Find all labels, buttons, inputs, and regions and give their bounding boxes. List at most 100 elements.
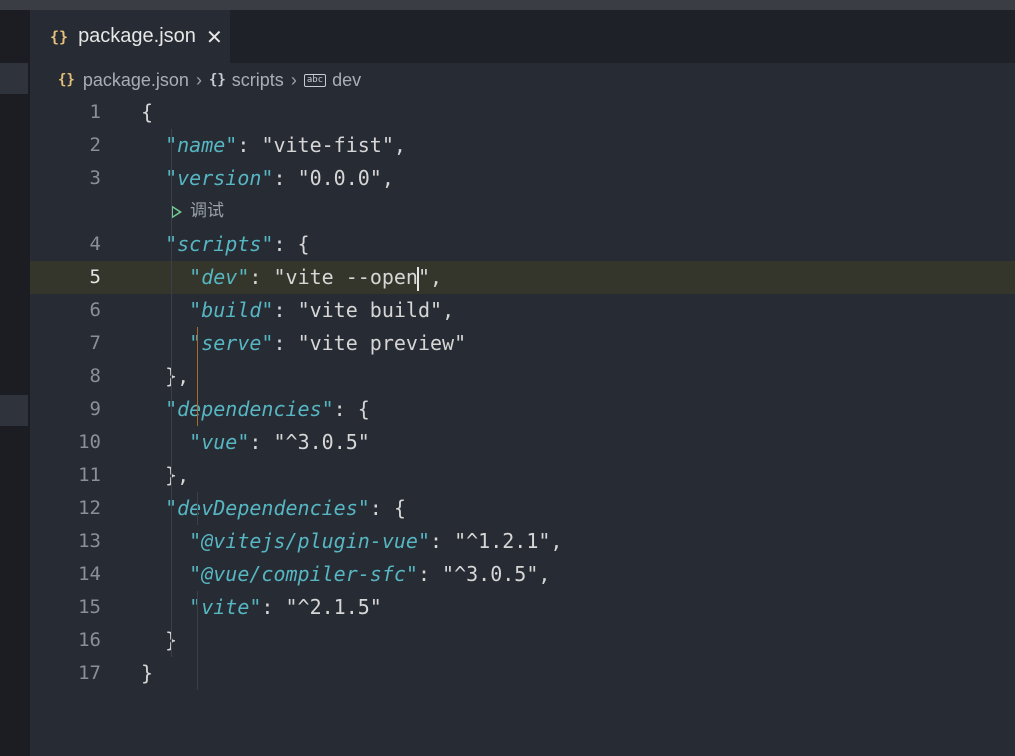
json-key: "build"	[189, 298, 274, 322]
editor[interactable]: {} package.json › {} scripts › abc dev 1…	[30, 63, 1015, 756]
gutter-mark	[0, 63, 28, 94]
code-token: : {	[369, 496, 406, 520]
json-key: "serve"	[189, 331, 274, 355]
line-number: 12	[78, 497, 101, 519]
line-number: 16	[78, 629, 101, 651]
code-line[interactable]: 16 }	[30, 624, 1015, 657]
line-code: "devDependencies": {	[141, 492, 406, 525]
codelens-row: 调试	[30, 195, 1015, 228]
line-number: 11	[78, 464, 101, 486]
json-key: "scripts"	[165, 232, 274, 256]
code-line[interactable]: 7 "serve": "vite preview"	[30, 327, 1015, 360]
json-string: "	[417, 265, 431, 289]
code-line[interactable]: 5 "dev": "vite --open",	[30, 261, 1015, 294]
json-key: "@vitejs/plugin-vue"	[189, 529, 430, 553]
line-number: 5	[89, 266, 101, 288]
json-string: "^3.0.5"	[442, 562, 539, 586]
code-line[interactable]: 6 "build": "vite build",	[30, 294, 1015, 327]
code-token: : {	[273, 232, 310, 256]
line-number: 10	[78, 431, 101, 453]
code-token: :	[261, 595, 286, 619]
code-token: ,	[442, 298, 455, 322]
code-token: },	[165, 463, 190, 487]
code-line[interactable]: 1{	[30, 96, 1015, 129]
code-line[interactable]: 2 "name": "vite-fist",	[30, 129, 1015, 162]
tab-bar: {} package.json ✕	[30, 10, 1015, 63]
line-code: "vue": "^3.0.5"	[141, 426, 370, 459]
line-code: "dependencies": {	[141, 393, 370, 426]
code-line[interactable]: 17}	[30, 657, 1015, 690]
code-area[interactable]: 1{2 "name": "vite-fist", 3 "version": "0.…	[30, 96, 1015, 690]
json-string: "vite --open	[273, 265, 418, 289]
code-token: ,	[381, 166, 394, 190]
json-braces-icon: {}	[58, 72, 75, 88]
tab-label: package.json	[78, 25, 196, 47]
line-number: 9	[89, 398, 101, 420]
json-string: "^1.2.1"	[454, 529, 551, 553]
json-string: "^3.0.5"	[273, 430, 370, 454]
line-code: "version": "0.0.0",	[141, 162, 394, 195]
code-token: }	[141, 661, 154, 685]
json-string: "vite preview"	[297, 331, 467, 355]
tab-package-json[interactable]: {} package.json ✕	[30, 10, 230, 63]
line-code: }	[141, 657, 153, 690]
code-line[interactable]: 13 "@vitejs/plugin-vue": "^1.2.1",	[30, 525, 1015, 558]
line-code: "name": "vite-fist",	[141, 129, 406, 162]
code-token: },	[165, 364, 190, 388]
json-key: "devDependencies"	[165, 496, 370, 520]
code-token: :	[249, 265, 274, 289]
line-code: "serve": "vite preview"	[141, 327, 466, 360]
codelens-debug[interactable]: 调试	[171, 195, 224, 228]
line-code: {	[141, 96, 153, 129]
line-number: 14	[78, 563, 101, 585]
json-braces-icon: {}	[50, 27, 69, 46]
line-number: 13	[78, 530, 101, 552]
line-number: 7	[89, 332, 101, 354]
line-code: "@vue/compiler-sfc": "^3.0.5",	[141, 558, 550, 591]
close-icon[interactable]: ✕	[206, 27, 223, 47]
code-token: {	[141, 100, 154, 124]
line-code: "build": "vite build",	[141, 294, 454, 327]
code-line[interactable]: 3 "version": "0.0.0",	[30, 162, 1015, 195]
window-top-bar	[0, 0, 1015, 10]
string-abc-icon: abc	[303, 73, 327, 87]
code-line[interactable]: 9 "dependencies": {	[30, 393, 1015, 426]
activity-gutter	[0, 10, 30, 756]
chevron-right-icon: ›	[290, 69, 297, 90]
breadcrumb-item-scripts[interactable]: scripts	[232, 70, 284, 91]
line-number: 8	[89, 365, 101, 387]
code-line[interactable]: 8 },	[30, 360, 1015, 393]
code-line[interactable]: 14 "@vue/compiler-sfc": "^3.0.5",	[30, 558, 1015, 591]
chevron-right-icon: ›	[195, 69, 202, 90]
code-token: ,	[430, 265, 443, 289]
line-number: 15	[78, 596, 101, 618]
code-line[interactable]: 11 },	[30, 459, 1015, 492]
json-key: "@vue/compiler-sfc"	[189, 562, 418, 586]
gutter-mark	[0, 395, 28, 426]
line-code: "vite": "^2.1.5"	[141, 591, 382, 624]
indent-guide	[197, 591, 198, 690]
breadcrumb-item-dev[interactable]: dev	[332, 70, 361, 91]
active-indent-guide	[197, 327, 198, 426]
code-line[interactable]: 12 "devDependencies": {	[30, 492, 1015, 525]
code-token: :	[249, 430, 274, 454]
indent-guide	[197, 492, 198, 525]
line-number: 4	[89, 233, 101, 255]
run-debug-icon	[171, 204, 182, 219]
json-key: "vite"	[189, 595, 262, 619]
breadcrumb-item-file[interactable]: package.json	[83, 70, 189, 91]
code-line[interactable]: 15 "vite": "^2.1.5"	[30, 591, 1015, 624]
code-line[interactable]: 10 "vue": "^3.0.5"	[30, 426, 1015, 459]
line-code: "@vitejs/plugin-vue": "^1.2.1",	[141, 525, 562, 558]
code-line[interactable]: 4 "scripts": {	[30, 228, 1015, 261]
